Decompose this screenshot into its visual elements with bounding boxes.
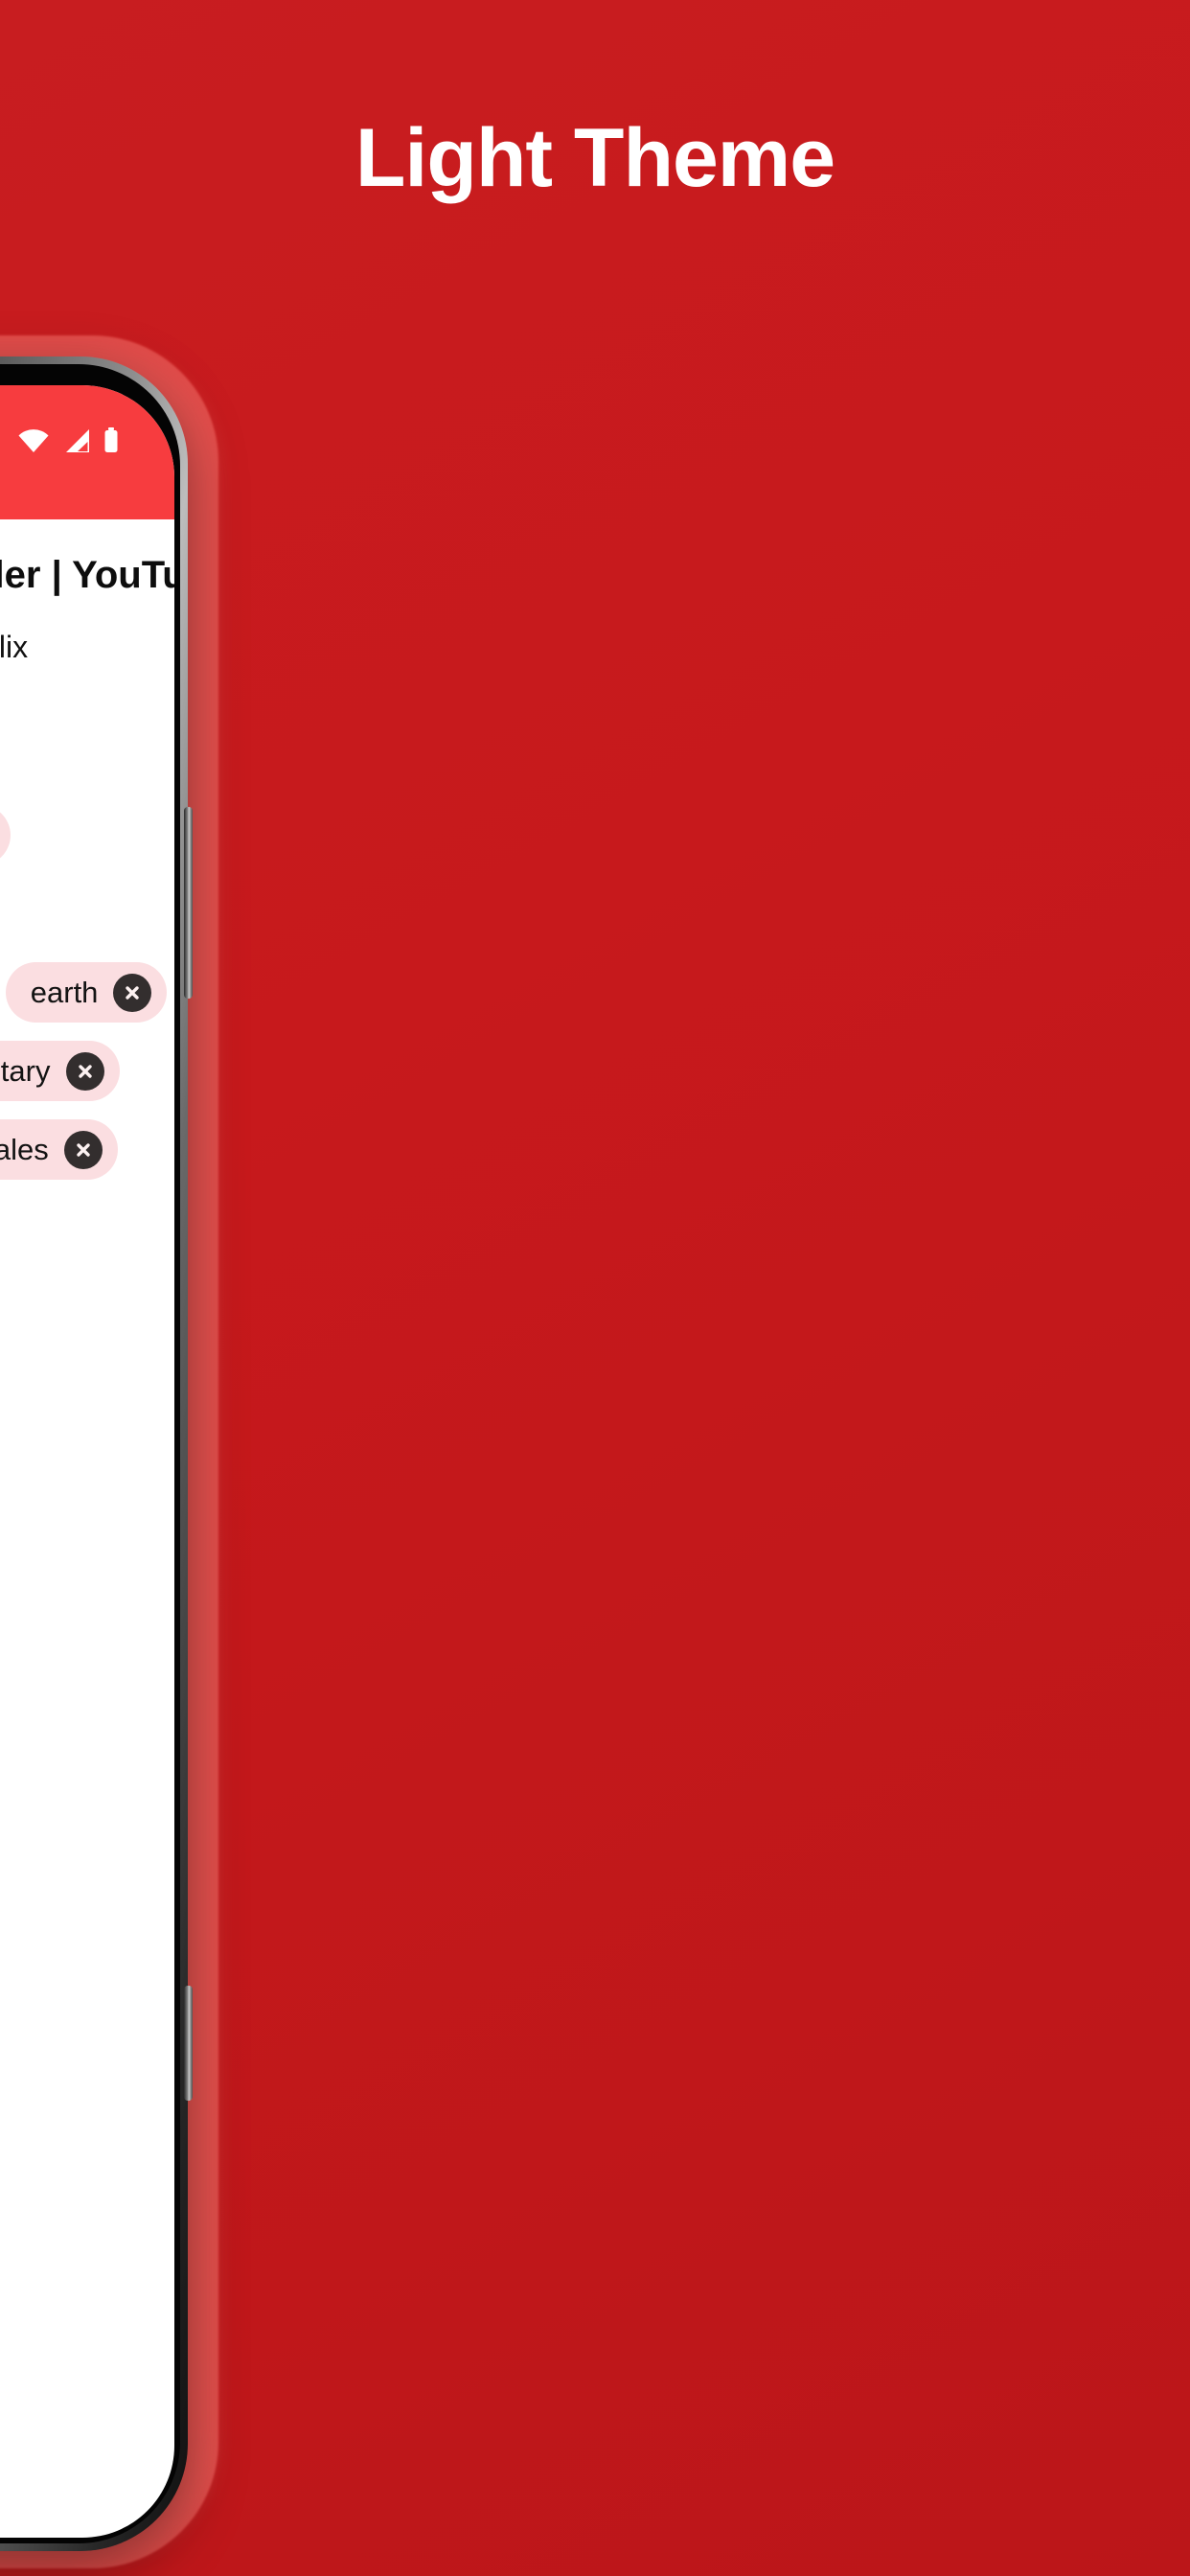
tag-chip-label: whales — [0, 1133, 49, 1167]
tag-list: documentarynatureour planet naturenetfli… — [0, 726, 174, 2440]
video-subtitle: Our Planet | Official Trailer | Netflix — [0, 630, 29, 664]
status-bar — [0, 385, 174, 519]
cellular-signal-icon — [62, 428, 91, 453]
volume-button[interactable] — [184, 1986, 193, 2101]
tag-chip[interactable]: whales — [0, 1119, 118, 1181]
tag-chip[interactable]: documentary — [0, 1041, 120, 1102]
wifi-icon — [17, 428, 50, 453]
tag-chip-label: documentary — [0, 1054, 51, 1089]
copy-bar: COPY — [0, 2440, 174, 2538]
close-icon[interactable] — [63, 1130, 103, 1169]
power-button[interactable] — [184, 807, 193, 999]
close-icon[interactable] — [113, 973, 152, 1012]
close-icon[interactable] — [65, 1051, 104, 1091]
app-root: Our Planet | Official Trailer | YouTubeT… — [0, 385, 174, 2538]
tag-chip-label: earth — [30, 976, 99, 1010]
status-bar-icons — [17, 427, 119, 453]
app-header: Our Planet | Official Trailer | YouTubeT… — [0, 519, 174, 665]
phone-mockup: Our Planet | Official Trailer | YouTubeT… — [0, 335, 525, 2576]
promo-headline: Light Theme — [355, 112, 835, 204]
tag-chip[interactable]: earth — [5, 962, 168, 1024]
battery-icon — [103, 427, 119, 453]
promo-banner: Light Theme er | YouTu lix earth tary al… — [0, 0, 1190, 2576]
device-bezel: Our Planet | Official Trailer | YouTubeT… — [0, 364, 180, 2543]
device-screen: Our Planet | Official Trailer | YouTubeT… — [0, 385, 174, 2538]
tag-chip[interactable]: netflix — [0, 805, 11, 866]
video-title: Our Planet | Official Trailer | YouTubeT… — [0, 554, 174, 596]
device-frame: Our Planet | Official Trailer | YouTubeT… — [0, 356, 193, 2551]
